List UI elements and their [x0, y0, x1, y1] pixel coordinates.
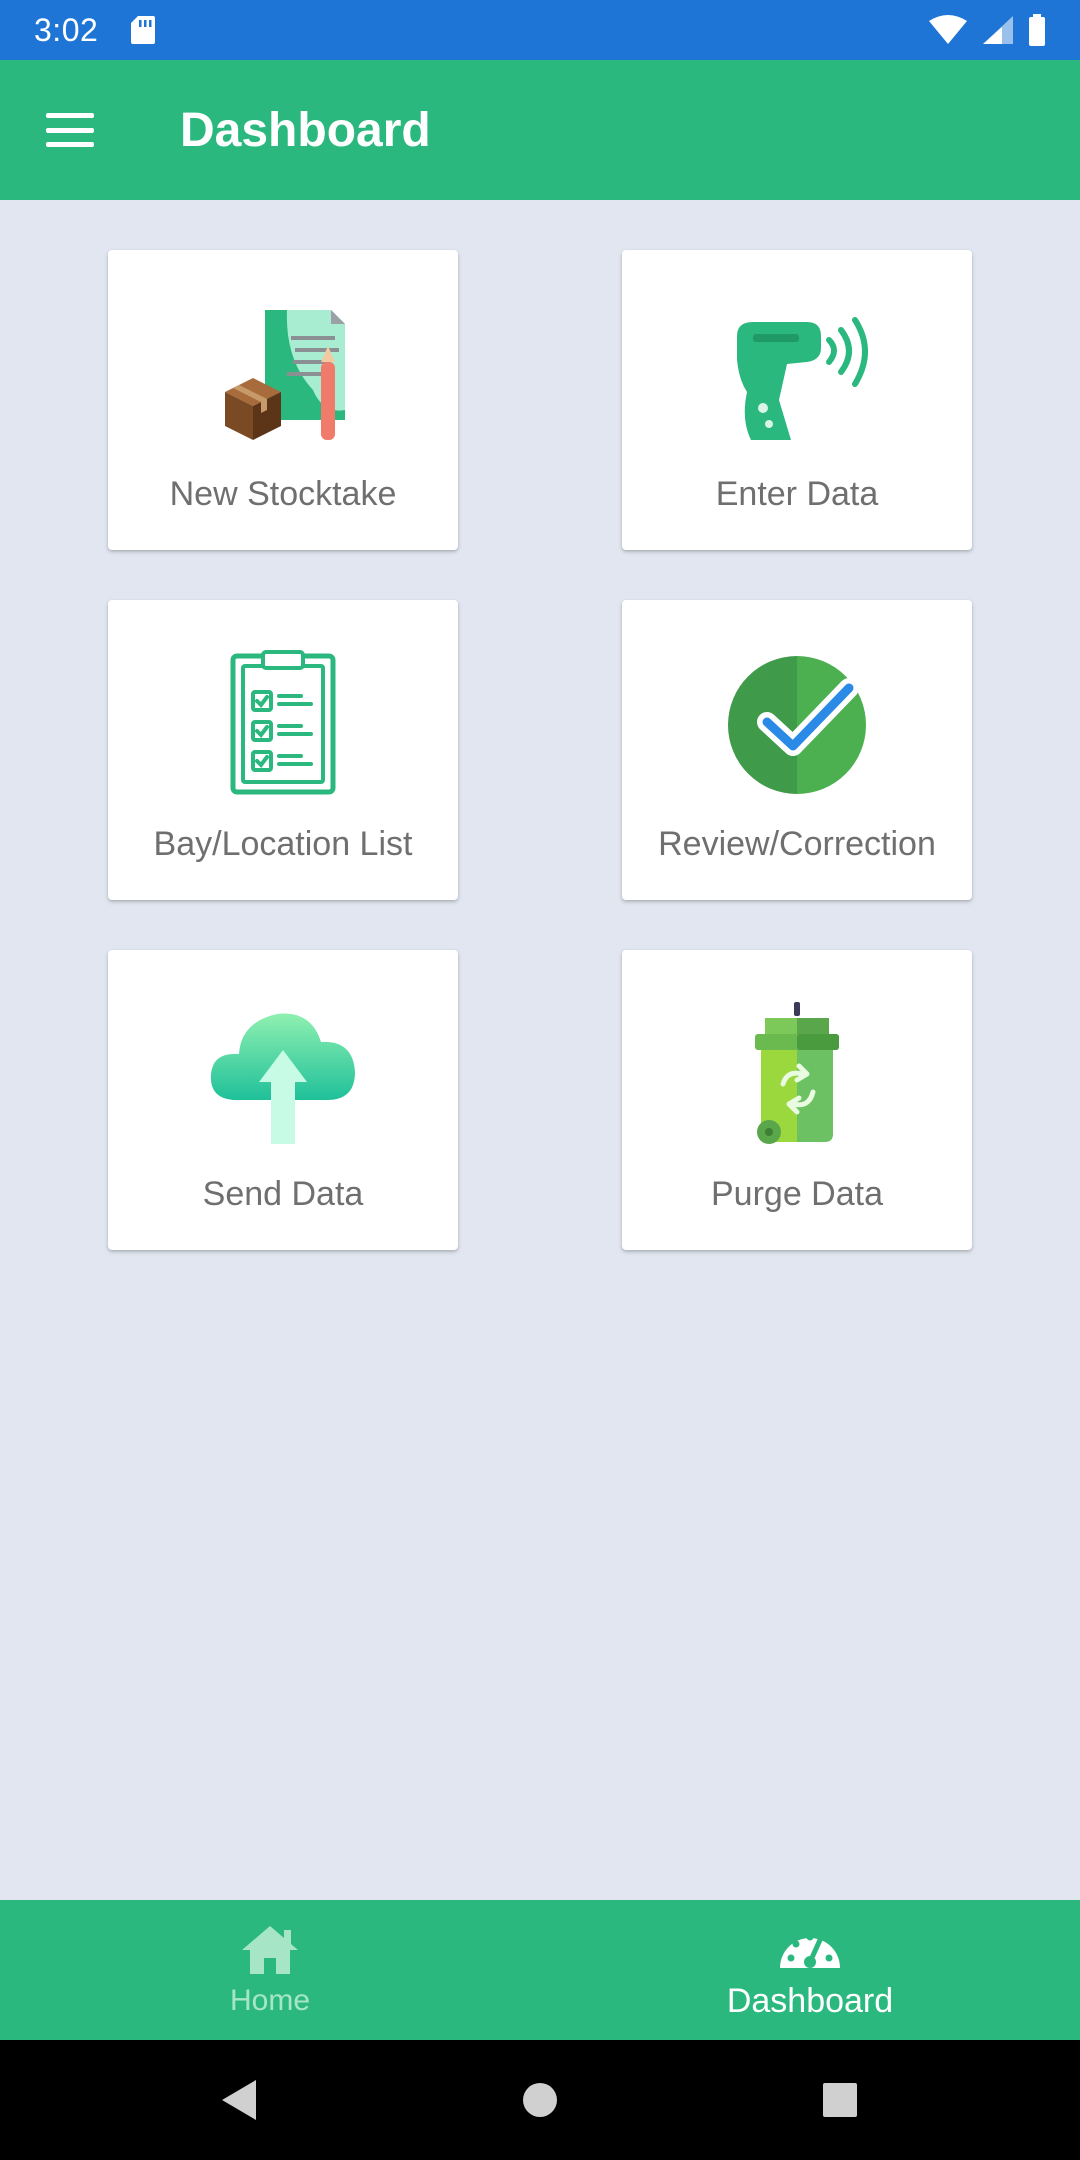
- speedometer-icon: [778, 1920, 842, 1976]
- recycle-bin-icon: [717, 995, 877, 1155]
- tile-purge-data[interactable]: Purge Data: [622, 950, 972, 1250]
- clipboard-checklist-icon: [203, 645, 363, 805]
- tile-label: New Stocktake: [169, 475, 397, 513]
- tile-new-stocktake[interactable]: New Stocktake: [108, 250, 458, 550]
- home-circle-icon[interactable]: [390, 2040, 690, 2160]
- page-title: Dashboard: [180, 103, 431, 157]
- signal-icon: [982, 15, 1014, 45]
- checkmark-circle-icon: [717, 645, 877, 805]
- bottom-navigation: Home Dashboard: [0, 1900, 1080, 2040]
- tile-send-data[interactable]: Send Data: [108, 950, 458, 1250]
- tile-label: Review/Correction: [658, 825, 936, 863]
- tile-review-correction[interactable]: Review/Correction: [622, 600, 972, 900]
- sd-card-icon: [130, 15, 156, 45]
- stocktake-document-box-icon: [203, 295, 363, 455]
- status-time: 3:02: [34, 11, 99, 48]
- system-navigation-bar: [0, 2040, 1080, 2160]
- home-icon: [240, 1922, 300, 1978]
- cloud-upload-icon: [203, 995, 363, 1155]
- battery-icon: [1028, 14, 1046, 46]
- nav-label-home: Home: [229, 1984, 311, 2017]
- tile-label: Enter Data: [715, 475, 879, 513]
- recents-square-icon[interactable]: [690, 2040, 990, 2160]
- tile-bay-location-list[interactable]: Bay/Location List: [108, 600, 458, 900]
- nav-label-dashboard: Dashboard: [726, 1981, 894, 2020]
- barcode-scanner-icon: [717, 295, 877, 455]
- tile-label: Purge Data: [711, 1175, 883, 1213]
- app-bar: Dashboard: [0, 60, 1080, 200]
- wifi-icon: [928, 15, 968, 45]
- nav-item-dashboard[interactable]: Dashboard: [540, 1900, 1080, 2040]
- status-bar: 3:02: [0, 0, 1080, 60]
- nav-item-home[interactable]: Home: [0, 1900, 540, 2040]
- dashboard-grid: New Stocktake Enter Data Bay/Location Li…: [108, 250, 972, 1250]
- tile-label: Bay/Location List: [153, 825, 413, 863]
- hamburger-menu-icon[interactable]: [0, 60, 140, 200]
- tile-enter-data[interactable]: Enter Data: [622, 250, 972, 550]
- back-icon[interactable]: [90, 2040, 390, 2160]
- tile-label: Send Data: [202, 1175, 364, 1213]
